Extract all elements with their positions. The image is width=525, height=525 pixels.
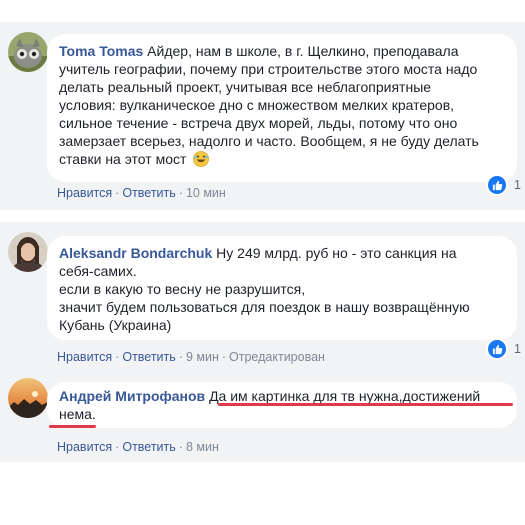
reply-link[interactable]: Ответить	[122, 350, 175, 364]
timestamp[interactable]: 10 мин	[186, 186, 226, 200]
comment-text-line: сильное течение - встреча двух морей, ль…	[59, 115, 458, 131]
like-thumb-icon	[486, 338, 508, 360]
comment-text-line: ставки на этот мост	[59, 151, 187, 167]
comment-bubble: Toma Tomas Айдер, нам в школе, в г. Щелк…	[47, 34, 517, 182]
timestamp[interactable]: 8 мин	[186, 440, 219, 454]
reaction-number: 1	[514, 178, 521, 192]
comment-text-line: делать реальный проект, учитывая все неб…	[59, 79, 432, 95]
like-link[interactable]: Нравится	[57, 440, 112, 454]
laughing-emoji-icon	[193, 151, 210, 171]
comment-text-line: Ну 249 млрд. руб но - это санкция на	[216, 245, 457, 261]
comment-actions: Нравится · Ответить · 10 мин	[57, 186, 226, 200]
reply-link[interactable]: Ответить	[122, 186, 175, 200]
comment-text-line: нема.	[59, 406, 96, 422]
timestamp[interactable]: 9 мин	[186, 350, 219, 364]
comment-text-line: если в какую то весну не разрушится,	[59, 281, 306, 297]
comment-text-line: себя-самих.	[59, 263, 137, 279]
comment-text-line: учитель географии, почему при строительс…	[59, 61, 478, 77]
comment-text-line: замерзает всерьез, надолго и часто. Вооб…	[59, 133, 479, 149]
reaction-count[interactable]: 1	[486, 174, 521, 196]
comment-actions: Нравится · Ответить · 9 мин · Отредактирован	[57, 350, 325, 364]
comment-text-line: значит будем пользоваться для поездок в …	[59, 299, 470, 315]
comment-text-line: Айдер, нам в школе, в г. Щелкино, препод…	[147, 43, 459, 59]
reply-link[interactable]: Ответить	[122, 440, 175, 454]
reaction-number: 1	[514, 342, 521, 356]
author-name[interactable]: Toma Tomas	[59, 43, 143, 59]
like-link[interactable]: Нравится	[57, 350, 112, 364]
like-thumb-icon	[486, 174, 508, 196]
comment-body: Toma Tomas Айдер, нам в школе, в г. Щелк…	[59, 42, 505, 171]
comment-actions: Нравится · Ответить · 8 мин	[57, 440, 219, 454]
avatar[interactable]	[8, 32, 48, 72]
avatar[interactable]	[8, 232, 48, 272]
reaction-count[interactable]: 1	[486, 338, 521, 360]
avatar[interactable]	[8, 378, 48, 418]
author-name[interactable]: Aleksandr Bondarchuk	[59, 245, 212, 261]
comment-body: Aleksandr Bondarchuk Ну 249 млрд. руб но…	[59, 244, 505, 334]
author-name[interactable]: Андрей Митрофанов	[59, 388, 205, 404]
edited-label[interactable]: Отредактирован	[229, 350, 325, 364]
comment-text-line: Да им картинка для тв нужна,достижений	[209, 388, 481, 404]
like-link[interactable]: Нравится	[57, 186, 112, 200]
highlight-underline	[49, 425, 96, 428]
highlight-underline	[218, 403, 513, 406]
comment-text-line: Кубань (Украина)	[59, 317, 172, 333]
comment-text-line: условия: вулканическое дно с множеством …	[59, 97, 455, 113]
comment-bubble: Aleksandr Bondarchuk Ну 249 млрд. руб но…	[47, 236, 517, 340]
